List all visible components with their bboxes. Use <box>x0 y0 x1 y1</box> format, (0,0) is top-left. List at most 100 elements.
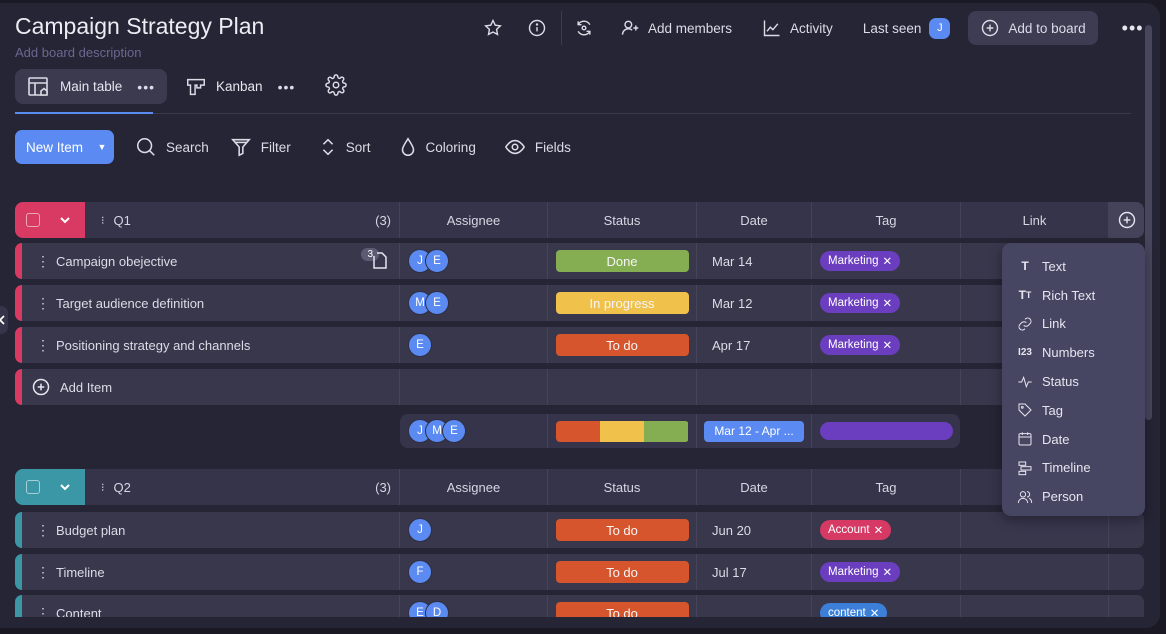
menu-item-person[interactable]: Person <box>1002 482 1145 511</box>
table-row[interactable]: ⋮ Timeline F To do Jul 17 Marketing ✕ <box>15 554 1144 590</box>
menu-item-date[interactable]: Date <box>1002 425 1145 454</box>
more-options-icon[interactable]: ••• <box>1122 18 1144 39</box>
menu-item-label: Rich Text <box>1042 287 1096 303</box>
group-select-checkbox[interactable] <box>26 213 40 227</box>
column-header-status[interactable]: Status <box>548 469 697 505</box>
add-item-label[interactable]: Add Item <box>60 380 112 395</box>
column-header-assignee[interactable]: Assignee <box>400 202 548 238</box>
column-header-status[interactable]: Status <box>548 202 697 238</box>
tag-remove-icon[interactable]: ✕ <box>883 565 893 579</box>
vertical-scrollbar[interactable] <box>1145 25 1152 420</box>
new-item-dropdown-icon[interactable]: ▼ <box>90 142 114 152</box>
tab-kanban-more-icon[interactable]: ••• <box>278 79 296 95</box>
item-name[interactable]: Campaign obejective <box>56 254 177 269</box>
page-title[interactable]: Campaign Strategy Plan <box>15 13 264 40</box>
last-seen-button[interactable]: Last seen J <box>863 17 951 39</box>
table-row[interactable]: ⋮ Positioning strategy and channels E To… <box>15 327 1144 363</box>
menu-item-tag[interactable]: Tag <box>1002 396 1145 425</box>
assignee-avatars[interactable]: J <box>408 518 432 542</box>
tag-pill[interactable]: Marketing ✕ <box>820 251 901 271</box>
file-icon[interactable] <box>373 252 387 269</box>
sort-button[interactable]: Sort <box>319 136 371 158</box>
activity-button[interactable]: Activity <box>762 18 833 38</box>
status-badge[interactable]: Done <box>555 250 689 272</box>
tag-remove-icon[interactable]: ✕ <box>874 523 884 537</box>
drag-handle-icon[interactable]: ⁝ <box>101 214 105 227</box>
tag-remove-icon[interactable]: ✕ <box>883 296 893 310</box>
item-name[interactable]: Timeline <box>56 565 105 580</box>
tag-remove-icon[interactable]: ✕ <box>883 254 893 268</box>
info-icon[interactable] <box>527 18 547 38</box>
new-item-button[interactable]: New Item ▼ <box>15 130 114 164</box>
add-column-button[interactable] <box>1109 202 1144 238</box>
group-name-cell[interactable]: ⁝ Q2 (3) <box>85 469 400 505</box>
status-badge[interactable]: To do <box>555 334 689 356</box>
gear-icon[interactable] <box>325 74 348 99</box>
tab-kanban[interactable]: Kanban ••• <box>173 69 307 104</box>
tab-main-table[interactable]: Main table ••• <box>15 69 168 104</box>
table-row[interactable]: ⋮ Target audience definition M E In prog… <box>15 285 1144 321</box>
column-header-link[interactable]: Link <box>961 202 1109 238</box>
add-to-board-button[interactable]: Add to board <box>968 11 1098 45</box>
tag-remove-icon[interactable]: ✕ <box>883 338 893 352</box>
tag-pill[interactable]: Marketing ✕ <box>820 562 901 582</box>
menu-item-timeline[interactable]: Timeline <box>1002 454 1145 483</box>
date-range-summary: Mar 12 - Apr ... <box>704 420 804 442</box>
date-cell[interactable]: Jun 20 <box>697 512 812 548</box>
search-button[interactable]: Search <box>135 136 209 158</box>
menu-item-status[interactable]: Status <box>1002 367 1145 396</box>
board-description-input[interactable]: Add board description <box>15 45 141 60</box>
column-header-assignee[interactable]: Assignee <box>400 469 548 505</box>
tag-pill[interactable]: Marketing ✕ <box>820 335 901 355</box>
assignee-avatars[interactable]: M E <box>408 291 449 315</box>
collapse-sidebar-button[interactable] <box>0 306 8 334</box>
filter-button[interactable]: Filter <box>230 136 291 158</box>
sort-icon <box>322 138 333 156</box>
date-cell[interactable]: Apr 17 <box>697 327 812 363</box>
coloring-button[interactable]: Coloring <box>399 136 476 158</box>
status-badge[interactable]: In progress <box>555 292 689 314</box>
tag-pill[interactable]: Marketing ✕ <box>820 293 901 313</box>
menu-item-link[interactable]: Link <box>1002 310 1145 339</box>
add-item-row[interactable]: Add Item <box>15 369 1144 405</box>
group-select-checkbox[interactable] <box>26 480 40 494</box>
item-name[interactable]: Target audience definition <box>56 296 204 311</box>
row-menu-icon[interactable]: ⋮ <box>36 253 50 270</box>
table-row[interactable]: ⋮ Campaign obejective 3 J E Done Mar 14 … <box>15 243 1144 279</box>
date-cell[interactable]: Mar 14 <box>697 243 812 279</box>
item-name[interactable]: Budget plan <box>56 523 125 538</box>
assignee-avatars[interactable]: F <box>408 560 432 584</box>
row-menu-icon[interactable]: ⋮ <box>36 522 50 539</box>
add-members-button[interactable]: Add members <box>620 18 732 38</box>
menu-item-text[interactable]: T Text <box>1002 252 1145 281</box>
assignee-avatars[interactable]: E <box>408 333 432 357</box>
tab-main-table-more-icon[interactable]: ••• <box>137 79 155 95</box>
sync-history-icon[interactable] <box>574 18 594 38</box>
column-header-tag[interactable]: Tag <box>812 469 961 505</box>
group-name-cell[interactable]: ⁝ Q1 (3) <box>85 202 400 238</box>
menu-item-rich-text[interactable]: TT Rich Text <box>1002 281 1145 310</box>
chevron-down-icon[interactable] <box>59 481 71 493</box>
column-header-date[interactable]: Date <box>697 469 812 505</box>
row-menu-icon[interactable]: ⋮ <box>36 295 50 312</box>
rich-text-icon: TT <box>1018 288 1032 303</box>
menu-item-numbers[interactable]: I23 Numbers <box>1002 338 1145 367</box>
tag-pill[interactable]: Account ✕ <box>820 520 892 540</box>
date-cell[interactable]: Mar 12 <box>697 285 812 321</box>
favorite-star-icon[interactable] <box>483 18 503 38</box>
date-cell[interactable]: Jul 17 <box>697 554 812 590</box>
column-header-tag[interactable]: Tag <box>812 202 961 238</box>
assignee-avatars[interactable]: J E <box>408 249 449 273</box>
table-row[interactable]: ⋮ Budget plan J To do Jun 20 Account ✕ <box>15 512 1144 548</box>
item-name[interactable]: Positioning strategy and channels <box>56 338 250 353</box>
fields-button[interactable]: Fields <box>504 136 571 158</box>
status-badge[interactable]: To do <box>555 519 689 541</box>
link-cell[interactable] <box>961 512 1109 548</box>
drag-handle-icon[interactable]: ⁝ <box>101 481 105 494</box>
column-header-date[interactable]: Date <box>697 202 812 238</box>
chevron-down-icon[interactable] <box>59 214 71 226</box>
row-menu-icon[interactable]: ⋮ <box>36 337 50 354</box>
row-menu-icon[interactable]: ⋮ <box>36 564 50 581</box>
link-cell[interactable] <box>961 554 1109 590</box>
status-badge[interactable]: To do <box>555 561 689 583</box>
